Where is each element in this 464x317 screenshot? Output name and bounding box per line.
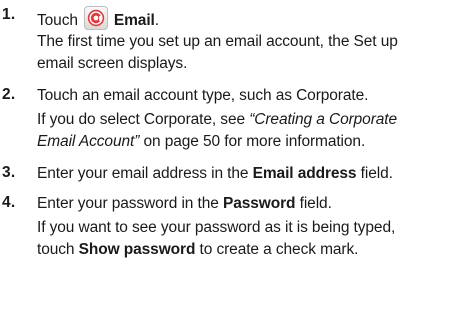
instruction-text: field. (295, 195, 332, 212)
step-instruction: Touch an email account type, such as Cor… (37, 87, 369, 104)
instruction-punct: . (154, 12, 159, 29)
step-number: 1. (2, 6, 16, 23)
detail-text: If you do select Corporate, see (37, 111, 250, 128)
instruction-text: Enter your email address in the (37, 165, 253, 182)
step-detail-line: If you want to see your password as it i… (37, 219, 396, 236)
instruction-text: Enter your password in the (37, 195, 223, 212)
step-number: 4. (2, 194, 16, 211)
step-detail-line: If you do select Corporate, see “Creatin… (37, 110, 397, 130)
step-detail-line: The first time you set up an email accou… (37, 33, 398, 50)
detail-text: touch (37, 241, 79, 258)
instruction-text: field. (356, 165, 393, 182)
email-app-name: Email (113, 12, 155, 29)
email-app-icon (83, 6, 108, 30)
detail-text: to create a check mark. (195, 241, 359, 258)
step-number: 3. (2, 164, 16, 181)
step-instruction: Enter your email address in the Email ad… (37, 164, 393, 184)
option-name: Show password (78, 241, 196, 258)
instruction-text: Touch (37, 12, 78, 29)
cross-reference: “Creating a Corporate (249, 111, 398, 128)
instruction-steps: 1. Touch Email. The first time you set u… (0, 0, 464, 317)
cross-reference: Email Account” (37, 133, 140, 150)
field-name: Email address (252, 165, 357, 182)
field-name: Password (222, 195, 296, 212)
step-instruction: Enter your password in the Password fiel… (37, 194, 332, 214)
step-detail-line: touch Show password to create a check ma… (37, 240, 358, 260)
step-detail-line: email screen displays. (37, 55, 188, 72)
step-number: 2. (2, 86, 16, 103)
detail-text: on page 50 for more information. (139, 133, 366, 150)
step-detail-line: Email Account” on page 50 for more infor… (37, 132, 365, 152)
step-instruction: Touch Email. (37, 6, 159, 31)
